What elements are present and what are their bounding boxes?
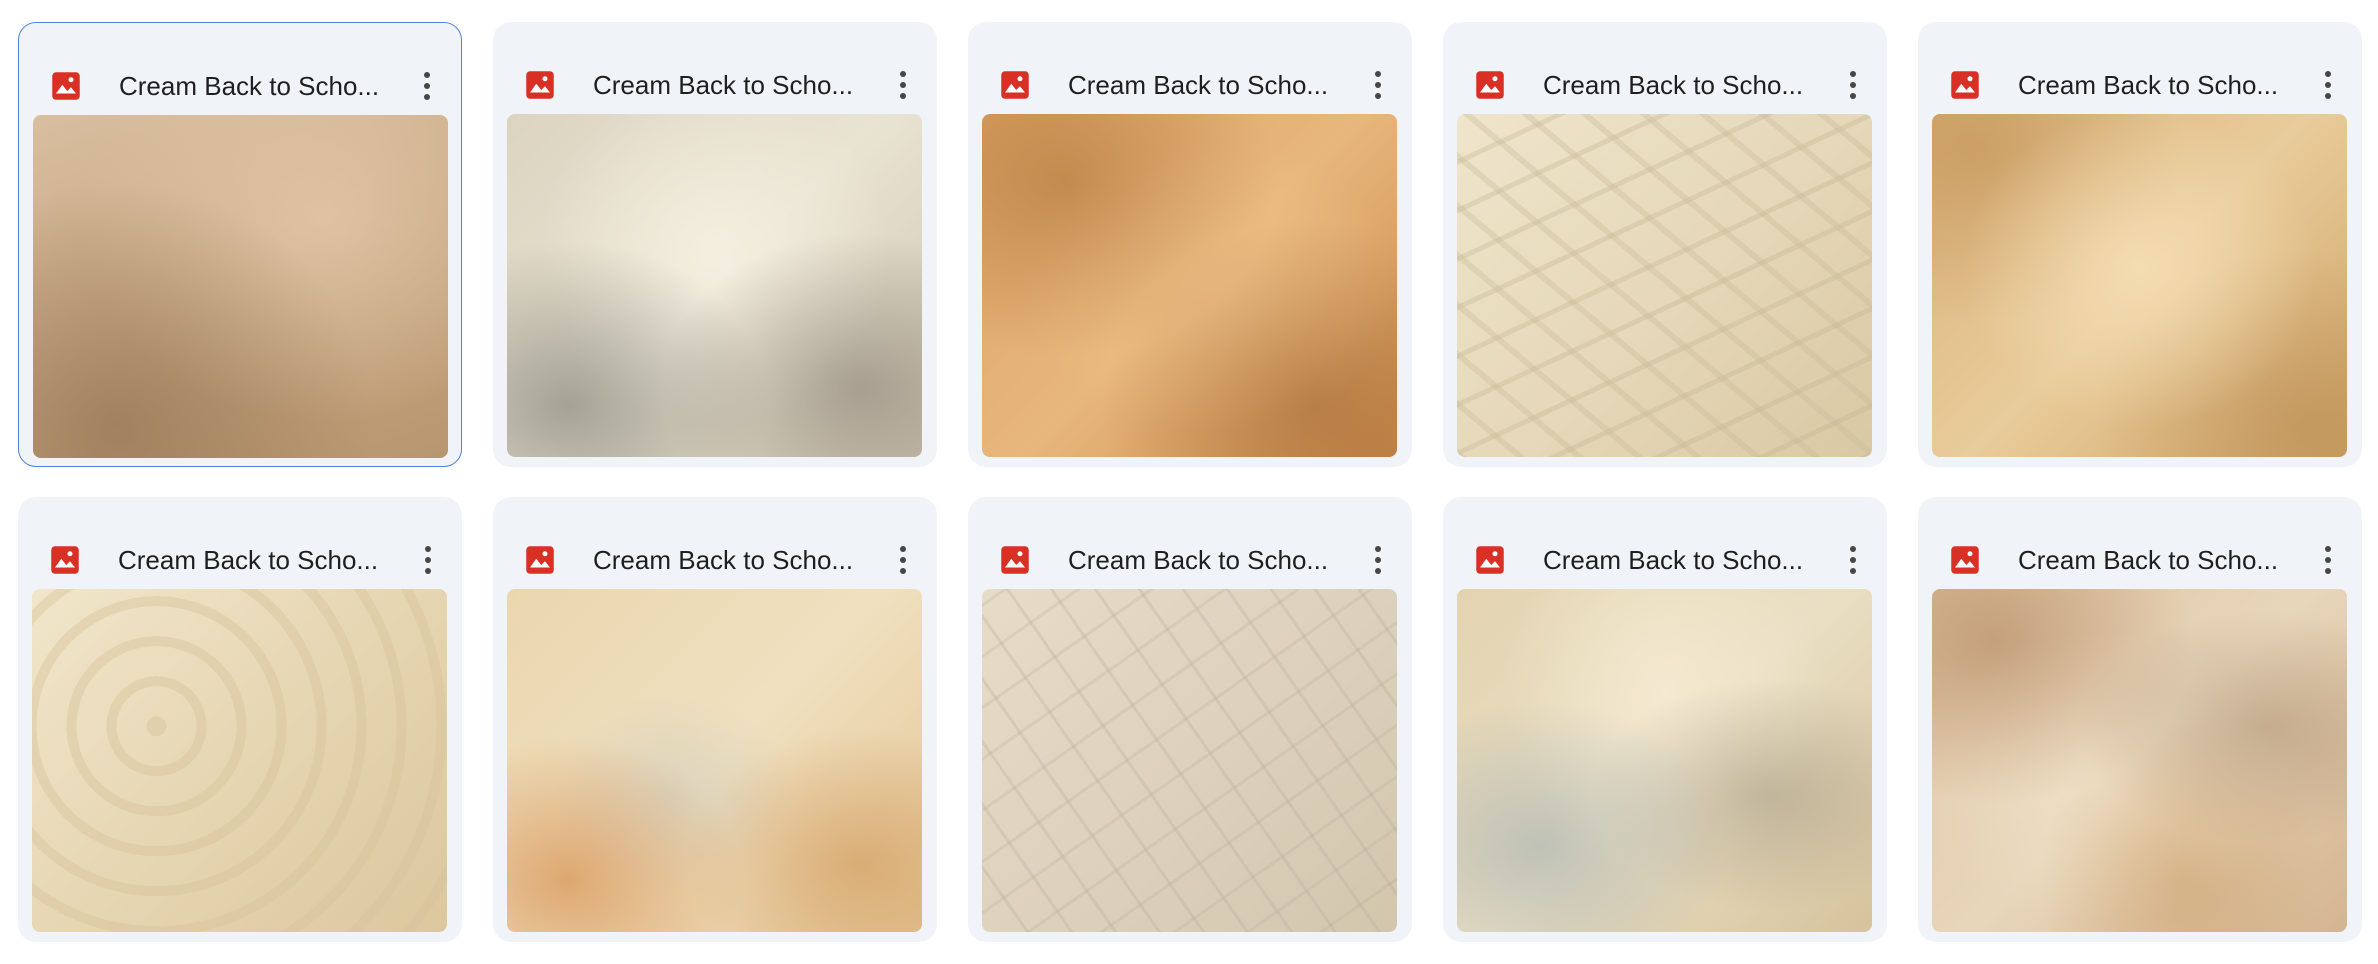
more-options-button[interactable] — [1358, 537, 1398, 583]
file-card[interactable]: Cream Back to Scho... — [1918, 22, 2362, 467]
file-title: Cream Back to Scho... — [1068, 70, 1329, 100]
image-file-icon — [1001, 546, 1029, 574]
file-title: Cream Back to Scho... — [1543, 545, 1804, 575]
image-file-icon — [1001, 71, 1029, 99]
file-card[interactable]: Cream Back to Scho... — [493, 22, 937, 467]
file-card[interactable]: Cream Back to Scho... — [968, 22, 1412, 467]
file-card-header: Cream Back to Scho... — [968, 497, 1412, 587]
more-options-button[interactable] — [883, 62, 923, 108]
image-file-icon — [526, 71, 554, 99]
image-file-icon — [1476, 71, 1504, 99]
more-options-button[interactable] — [883, 537, 923, 583]
file-thumbnail[interactable] — [32, 589, 447, 932]
file-card-header: Cream Back to Scho... — [1443, 497, 1887, 587]
file-thumbnail[interactable] — [507, 114, 922, 457]
file-grid: Cream Back to Scho... Cream Back to Scho… — [0, 0, 2378, 964]
file-card-header: Cream Back to Scho... — [1918, 497, 2362, 587]
more-options-button[interactable] — [408, 537, 448, 583]
image-file-icon — [52, 72, 80, 100]
file-thumbnail[interactable] — [507, 589, 922, 932]
more-options-button[interactable] — [1833, 537, 1873, 583]
file-card-header: Cream Back to Scho... — [19, 23, 461, 113]
file-card[interactable]: Cream Back to Scho... — [1443, 497, 1887, 942]
file-card[interactable]: Cream Back to Scho... — [1443, 22, 1887, 467]
file-title: Cream Back to Scho... — [118, 545, 379, 575]
file-card-header: Cream Back to Scho... — [1443, 22, 1887, 112]
image-file-icon — [526, 546, 554, 574]
file-thumbnail[interactable] — [1457, 114, 1872, 457]
file-card-header: Cream Back to Scho... — [18, 497, 462, 587]
file-card[interactable]: Cream Back to Scho... — [18, 497, 462, 942]
file-title: Cream Back to Scho... — [1543, 70, 1804, 100]
image-file-icon — [1476, 546, 1504, 574]
image-file-icon — [51, 546, 79, 574]
file-title: Cream Back to Scho... — [593, 70, 854, 100]
file-thumbnail[interactable] — [1932, 114, 2347, 457]
file-card[interactable]: Cream Back to Scho... — [18, 22, 462, 467]
more-options-button[interactable] — [2308, 537, 2348, 583]
file-thumbnail[interactable] — [1932, 589, 2347, 932]
file-card[interactable]: Cream Back to Scho... — [493, 497, 937, 942]
file-card-header: Cream Back to Scho... — [493, 497, 937, 587]
file-title: Cream Back to Scho... — [593, 545, 854, 575]
file-thumbnail[interactable] — [1457, 589, 1872, 932]
file-title: Cream Back to Scho... — [1068, 545, 1329, 575]
file-card-header: Cream Back to Scho... — [968, 22, 1412, 112]
image-file-icon — [1951, 546, 1979, 574]
more-options-button[interactable] — [1358, 62, 1398, 108]
file-card-header: Cream Back to Scho... — [493, 22, 937, 112]
file-title: Cream Back to Scho... — [2018, 545, 2279, 575]
file-title: Cream Back to Scho... — [2018, 70, 2279, 100]
file-thumbnail[interactable] — [33, 115, 448, 458]
more-options-button[interactable] — [407, 63, 447, 109]
file-thumbnail[interactable] — [982, 114, 1397, 457]
file-card-header: Cream Back to Scho... — [1918, 22, 2362, 112]
file-title: Cream Back to Scho... — [119, 71, 380, 101]
file-thumbnail[interactable] — [982, 589, 1397, 932]
more-options-button[interactable] — [1833, 62, 1873, 108]
more-options-button[interactable] — [2308, 62, 2348, 108]
file-card[interactable]: Cream Back to Scho... — [968, 497, 1412, 942]
image-file-icon — [1951, 71, 1979, 99]
file-card[interactable]: Cream Back to Scho... — [1918, 497, 2362, 942]
